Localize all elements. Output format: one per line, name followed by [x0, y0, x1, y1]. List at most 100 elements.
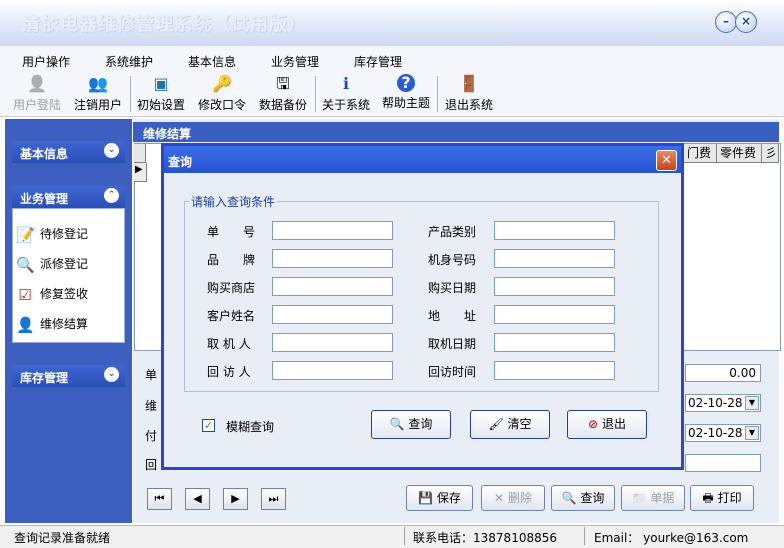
date-picker-2[interactable]: 02-10-28 ▼: [685, 424, 761, 442]
serial-number-input[interactable]: [494, 249, 615, 268]
visit-time-input[interactable]: [494, 361, 615, 380]
dialog-query-button[interactable]: 🔍 查询: [371, 410, 451, 439]
nav-section-business[interactable]: 业务管理 ⌃: [12, 186, 125, 208]
toolbar-help-button[interactable]: ? 帮助主题: [380, 74, 432, 114]
pickup-date-input[interactable]: [494, 333, 615, 352]
chevron-down-icon[interactable]: ⌄: [104, 367, 119, 382]
menu-business[interactable]: 业务管理: [271, 53, 319, 70]
stop-icon: ⊘: [588, 417, 599, 431]
brand-input[interactable]: [272, 249, 393, 268]
toolbar-backup-button[interactable]: 🖫 数据备份: [256, 74, 310, 114]
store-input[interactable]: [272, 277, 393, 296]
init-settings-icon: ▣: [153, 74, 169, 93]
nav-section-inventory[interactable]: 库存管理 ⌄: [12, 365, 125, 387]
row-pointer-icon: ▶: [135, 164, 143, 175]
sidebar-item-dispatch-register[interactable]: 🔍 派修登记: [16, 254, 88, 274]
amount-field[interactable]: 0.00: [685, 364, 761, 382]
print-button[interactable]: 🖶 打印: [690, 485, 754, 511]
search-icon: 🔍: [389, 417, 405, 431]
toolbar-about-button[interactable]: ℹ 关于系统: [320, 74, 372, 114]
dialog-clear-button[interactable]: 🖌 清空: [470, 410, 550, 439]
save-icon: 💾: [418, 491, 434, 505]
field-label-serial: 机身号码: [428, 253, 477, 267]
grid-column-header[interactable]: 零件费: [717, 144, 762, 163]
order-no-input[interactable]: [272, 221, 393, 240]
settlement-icon: 👤: [16, 315, 35, 334]
delete-button[interactable]: ✕ 删除: [481, 485, 545, 511]
printer-icon: 🖶: [702, 491, 714, 505]
pickup-person-input[interactable]: [272, 333, 393, 352]
date-picker-1[interactable]: 02-10-28 ▼: [685, 394, 761, 412]
toolbar-init-settings-button[interactable]: ▣ 初始设置: [135, 74, 187, 114]
field-label-brand: 品 牌: [207, 253, 256, 267]
prev-icon: ◀: [193, 492, 202, 505]
toolbar-separator: [130, 76, 131, 112]
close-icon: ✕: [661, 153, 672, 168]
status-phone: 联系电话：13878108856: [413, 531, 557, 545]
menu-inventory[interactable]: 库存管理: [354, 53, 402, 70]
save-button[interactable]: 💾 保存: [406, 485, 473, 511]
category-input[interactable]: [494, 221, 615, 240]
sidebar-item-repair-settlement[interactable]: 👤 维修结算: [16, 314, 88, 334]
group-title: 请输入查询条件: [189, 193, 278, 210]
panel-title-bar: 维修结算: [133, 122, 779, 142]
dialog-title-bar[interactable]: 查询: [164, 146, 681, 173]
dialog-close-button[interactable]: ✕: [656, 150, 677, 171]
status-separator: [584, 527, 585, 545]
query-button[interactable]: 🔍 查询: [551, 485, 615, 511]
customer-name-input[interactable]: [272, 305, 393, 324]
brush-icon: 🖌: [488, 417, 504, 431]
user-login-icon: 👤: [27, 74, 47, 93]
fuzzy-search-checkbox[interactable]: ✓: [202, 419, 215, 432]
delete-icon: ✕: [494, 491, 505, 505]
nav-section-basic-info[interactable]: 基本信息 ⌄: [12, 141, 125, 163]
visitor-input[interactable]: [272, 361, 393, 380]
status-email: Email： yourke@163.com: [594, 531, 749, 545]
address-input[interactable]: [494, 305, 615, 324]
last-icon: ⏭: [268, 492, 279, 505]
next-record-button[interactable]: ▶: [223, 488, 248, 510]
form-label: 维: [145, 399, 158, 413]
app-title: 清依电器维修管理系统（试用版）: [22, 14, 307, 35]
dropdown-arrow-icon[interactable]: ▼: [745, 426, 759, 440]
search-icon: 🔍: [561, 491, 577, 505]
toolbar-logout-user-button[interactable]: 👥 注销用户: [72, 74, 124, 114]
status-separator: [404, 527, 405, 545]
first-record-button[interactable]: ⏮: [147, 488, 172, 510]
callback-field[interactable]: [685, 454, 761, 472]
grid-row-indicator: ▶: [134, 163, 147, 182]
toolbar-exit-button[interactable]: 🚪 退出系统: [443, 74, 495, 114]
toolbar-separator: [315, 76, 316, 112]
grid-column-header[interactable]: 彡: [762, 144, 779, 163]
dropdown-arrow-icon[interactable]: ▼: [745, 396, 759, 410]
prev-record-button[interactable]: ◀: [185, 488, 210, 510]
menu-basic-info[interactable]: 基本信息: [188, 53, 236, 70]
minimize-button[interactable]: –: [715, 11, 737, 33]
field-label-pickup-date: 取机日期: [428, 337, 477, 351]
receipt-button[interactable]: 📁 单据: [621, 485, 685, 511]
sidebar-item-repair-signoff[interactable]: ☑ 修复签收: [16, 284, 88, 304]
dialog-exit-button[interactable]: ⊘ 退出: [567, 410, 647, 439]
key-icon: 🔑: [212, 74, 232, 93]
toolbar-change-password-button[interactable]: 🔑 修改口令: [196, 74, 248, 114]
field-label-pickup-person: 取 机 人: [207, 337, 251, 351]
chevron-up-icon[interactable]: ⌃: [104, 188, 119, 203]
close-window-button[interactable]: ×: [735, 11, 757, 33]
menu-system-maintenance[interactable]: 系统维护: [105, 53, 153, 70]
purchase-date-input[interactable]: [494, 277, 615, 296]
chevron-down-icon[interactable]: ⌄: [104, 143, 119, 158]
last-record-button[interactable]: ⏭: [261, 488, 286, 510]
register-icon: 📝: [16, 225, 35, 244]
field-label-category: 产品类别: [428, 225, 477, 239]
info-icon: ℹ: [342, 74, 350, 93]
fuzzy-search-label[interactable]: 模糊查询: [226, 418, 274, 435]
toolbar-user-login-button[interactable]: 👤 用户登陆: [12, 74, 62, 114]
field-label-customer: 客户姓名: [207, 309, 256, 323]
menu-user-ops[interactable]: 用户操作: [22, 53, 70, 70]
grid-corner: [134, 144, 146, 163]
sidebar-item-pending-register[interactable]: 📝 待修登记: [16, 224, 88, 244]
panel-title: 维修结算: [143, 127, 192, 141]
form-label: 回: [145, 458, 158, 472]
logout-user-icon: 👥: [88, 74, 108, 93]
grid-column-header[interactable]: 门费: [684, 144, 717, 163]
